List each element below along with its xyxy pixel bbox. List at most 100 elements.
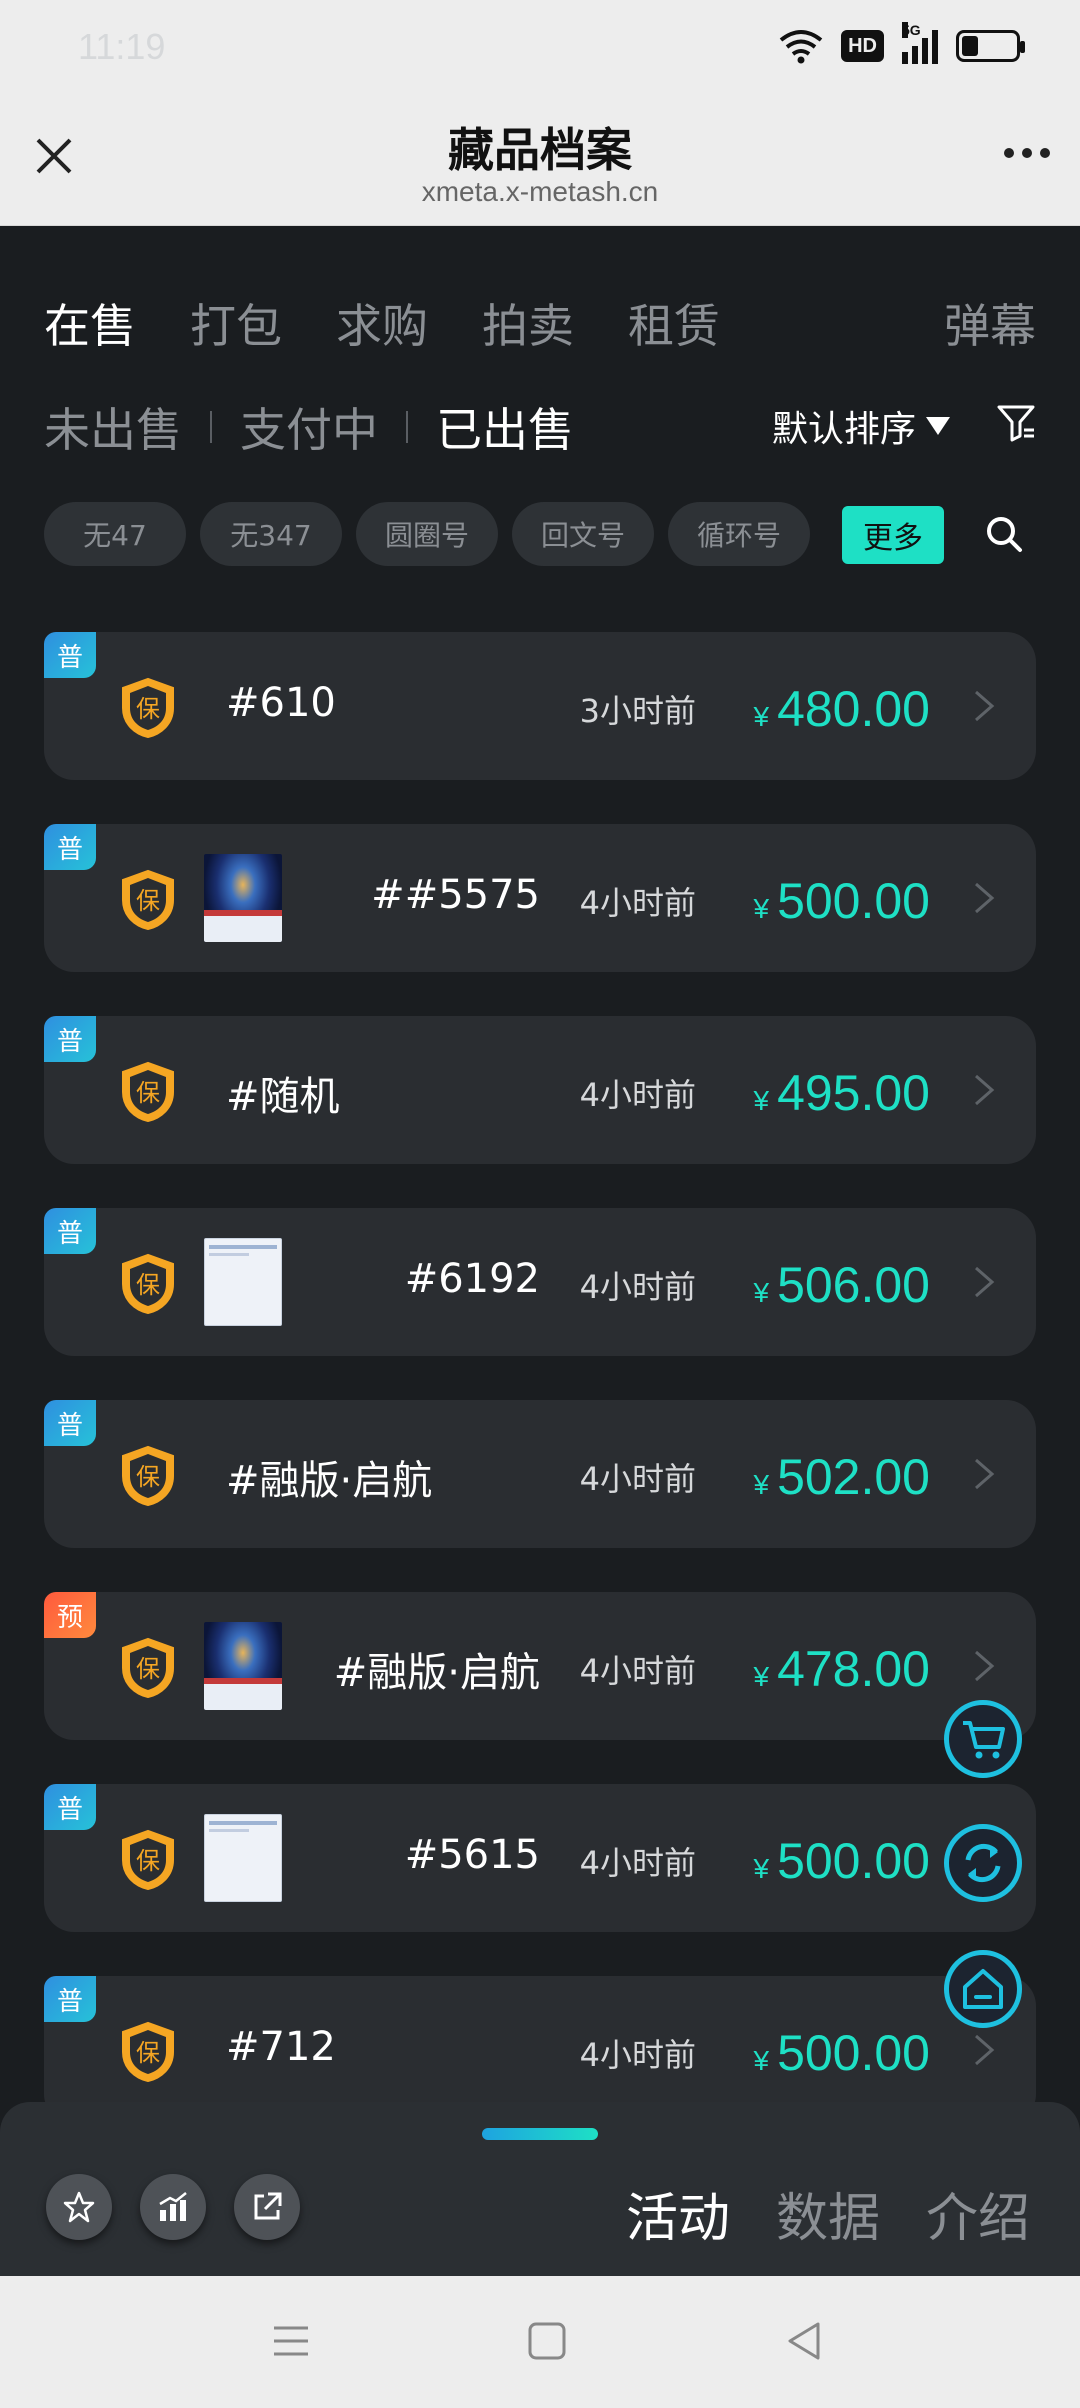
currency-symbol: ¥	[753, 893, 770, 924]
more-options-icon[interactable]	[1004, 148, 1050, 158]
caret-down-icon	[926, 417, 950, 435]
item-thumbnail	[204, 854, 282, 942]
item-name: #融版·启航	[226, 1458, 433, 1504]
market-tabs: 在售 打包 求购 拍卖 租赁	[44, 290, 720, 356]
item-thumbnail	[204, 1622, 282, 1710]
cart-button[interactable]	[944, 1700, 1022, 1778]
listing-list: 普保 #610 3小时前 ¥480.00 普保 ##5575 4小时前 ¥500.00 普保 #随…	[44, 632, 1036, 2168]
filter-chip[interactable]: 回文号	[512, 502, 654, 566]
home-icon	[963, 1969, 1003, 2009]
listing-row[interactable]: 普保 #6192 4小时前 ¥506.00	[44, 1208, 1036, 1356]
item-thumbnail	[204, 1814, 282, 1902]
filter-chip[interactable]: 无47	[44, 502, 186, 566]
shield-char: 保	[136, 2039, 160, 2067]
stats-button[interactable]	[140, 2174, 206, 2240]
hd-icon: HD	[841, 30, 884, 62]
listing-row[interactable]: 预保 #融版·启航 4小时前 ¥478.00	[44, 1592, 1036, 1740]
share-icon	[254, 2192, 282, 2220]
back-icon[interactable]	[784, 2320, 826, 2362]
status-tab-1[interactable]: 支付中	[240, 394, 378, 460]
tab-divider	[210, 411, 212, 443]
type-badge: 普	[44, 1400, 96, 1446]
item-price: ¥500.00	[753, 2024, 930, 2082]
item-name: #712	[226, 2024, 336, 2070]
tab-2[interactable]: 求购	[336, 290, 428, 356]
item-price: ¥500.00	[753, 1832, 930, 1890]
refresh-button[interactable]	[944, 1824, 1022, 1902]
currency-symbol: ¥	[753, 1661, 770, 1692]
item-name: #随机	[226, 1074, 340, 1120]
title-bar: 藏品档案 xmeta.x-metash.cn	[0, 96, 1080, 226]
sort-label: 默认排序	[771, 409, 916, 450]
shield-icon: 保	[122, 1253, 174, 1315]
menu-icon[interactable]	[270, 2320, 312, 2362]
filter-chip[interactable]: 无347	[200, 502, 342, 566]
price-value: 500.00	[777, 2025, 930, 2081]
currency-symbol: ¥	[753, 1469, 770, 1500]
listing-row[interactable]: 普保 #融版·启航 4小时前 ¥502.00	[44, 1400, 1036, 1548]
filter-icon[interactable]	[996, 402, 1036, 442]
price-value: 480.00	[777, 681, 930, 737]
item-name: #610	[226, 680, 336, 726]
danmu-toggle[interactable]: 弹幕	[944, 290, 1036, 356]
item-name: #融版·启航	[333, 1650, 540, 1696]
sort-dropdown[interactable]: 默认排序	[772, 400, 950, 452]
favorite-button[interactable]	[46, 2174, 112, 2240]
type-badge: 普	[44, 1784, 96, 1830]
cart-icon	[963, 1721, 1005, 1759]
status-bar: 11:19 HD 5G	[0, 0, 1080, 96]
item-price: ¥478.00	[753, 1640, 930, 1698]
status-tab-0[interactable]: 未出售	[44, 394, 182, 460]
drag-handle[interactable]	[482, 2128, 598, 2140]
item-time: 4小时前	[579, 1844, 696, 1882]
detail-tab-0[interactable]: 活动	[626, 2176, 730, 2251]
listing-row[interactable]: 普保 #5615 4小时前 ¥500.00	[44, 1784, 1036, 1932]
tab-divider	[406, 411, 408, 443]
filter-chip[interactable]: 循环号	[668, 502, 810, 566]
page-title: 藏品档案	[448, 123, 632, 177]
home-button[interactable]	[944, 1950, 1022, 2028]
price-value: 495.00	[777, 1065, 930, 1121]
status-tabs: 未出售 支付中 已出售	[44, 394, 574, 460]
shield-icon: 保	[122, 869, 174, 931]
tab-4[interactable]: 租赁	[628, 290, 720, 356]
chevron-right-icon	[975, 1266, 995, 1298]
item-time: 4小时前	[579, 884, 696, 922]
item-time: 4小时前	[579, 1460, 696, 1498]
system-nav-bar	[0, 2276, 1080, 2408]
tab-3[interactable]: 拍卖	[482, 290, 574, 356]
more-filters-button[interactable]: 更多	[842, 506, 944, 564]
shield-icon: 保	[122, 1637, 174, 1699]
chevron-right-icon	[975, 1458, 995, 1490]
status-time: 11:19	[78, 26, 166, 67]
shield-char: 保	[136, 887, 160, 915]
item-name: #5615	[404, 1832, 540, 1878]
tab-0[interactable]: 在售	[44, 290, 136, 356]
filter-chip[interactable]: 圆圈号	[356, 502, 498, 566]
detail-tab-1[interactable]: 数据	[776, 2176, 880, 2251]
listing-row[interactable]: 普保 ##5575 4小时前 ¥500.00	[44, 824, 1036, 972]
status-icons: HD 5G	[779, 22, 1025, 64]
chevron-right-icon	[975, 1650, 995, 1682]
item-price: ¥500.00	[753, 872, 930, 930]
item-time: 4小时前	[579, 1268, 696, 1306]
type-badge: 普	[44, 632, 96, 678]
search-icon[interactable]	[984, 514, 1024, 554]
home-nav-icon[interactable]	[526, 2320, 568, 2362]
filter-chips: 无47 无347 圆圈号 回文号 循环号	[44, 502, 810, 566]
currency-symbol: ¥	[753, 1277, 770, 1308]
chart-icon	[159, 2192, 187, 2221]
chevron-right-icon	[975, 1074, 995, 1106]
detail-tab-2[interactable]: 介绍	[926, 2176, 1030, 2251]
item-time: 3小时前	[579, 692, 696, 730]
status-tab-2[interactable]: 已出售	[436, 394, 574, 460]
item-time: 4小时前	[579, 2036, 696, 2074]
tab-1[interactable]: 打包	[190, 290, 282, 356]
currency-symbol: ¥	[753, 1853, 770, 1884]
shield-char: 保	[136, 1655, 160, 1683]
shield-char: 保	[136, 695, 160, 723]
listing-row[interactable]: 普保 #610 3小时前 ¥480.00	[44, 632, 1036, 780]
listing-row[interactable]: 普保 #随机 4小时前 ¥495.00	[44, 1016, 1036, 1164]
share-button[interactable]	[234, 2174, 300, 2240]
chevron-right-icon	[975, 882, 995, 914]
